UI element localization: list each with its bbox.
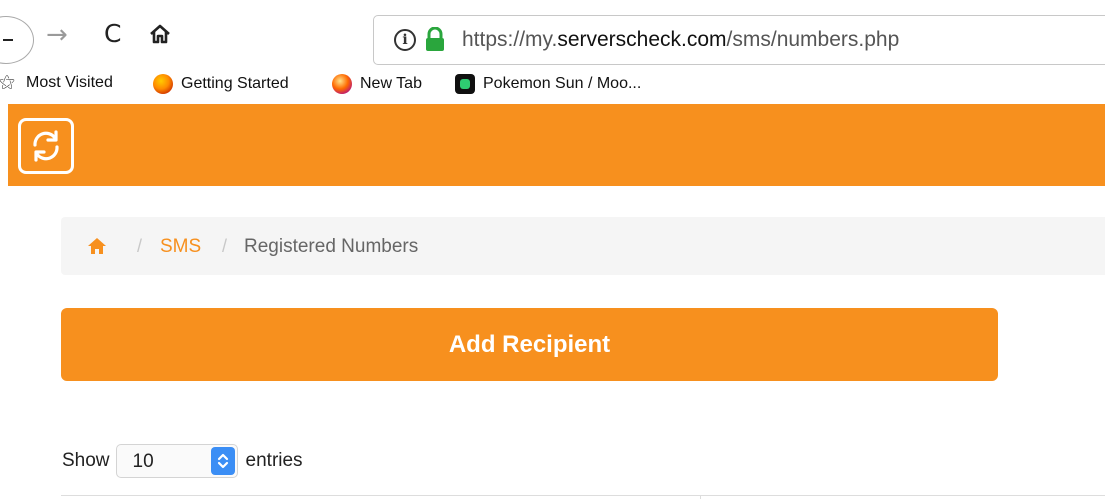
bookmark-most-visited[interactable]: ⚝ Most Visited: [0, 74, 113, 92]
info-icon[interactable]: i: [394, 29, 416, 51]
url-text[interactable]: https://my.serverscheck.com/sms/numbers.…: [462, 28, 899, 52]
url-prefix: https://my.: [462, 28, 558, 51]
bookmark-label: Getting Started: [181, 75, 289, 92]
app-header: [8, 104, 1105, 186]
home-icon[interactable]: [148, 22, 178, 50]
show-label: Show: [62, 450, 110, 471]
app-icon: [455, 74, 475, 94]
page-size-value: 10: [132, 451, 154, 472]
add-recipient-button[interactable]: Add Recipient: [61, 308, 998, 381]
bookmark-label: New Tab: [360, 75, 422, 92]
forward-arrow-icon[interactable]: →: [46, 20, 68, 50]
bookmark-label: Most Visited: [26, 74, 113, 91]
back-button[interactable]: [0, 16, 34, 64]
bookmark-pokemon[interactable]: Pokemon Sun / Moo...: [455, 74, 641, 94]
address-bar[interactable]: i https://my.serverscheck.com/sms/number…: [373, 15, 1105, 65]
breadcrumb-current: Registered Numbers: [244, 236, 419, 257]
back-arrow-icon: [3, 39, 13, 41]
page-size-control: Show 10 entries: [62, 443, 303, 479]
star-icon: ⚝: [0, 74, 15, 91]
firefox-icon: [153, 74, 173, 94]
home-icon[interactable]: [87, 236, 107, 256]
breadcrumb-link-sms[interactable]: SMS: [160, 236, 201, 258]
table-column-divider: [700, 495, 701, 499]
browser-toolbar: → C i https://my.serverscheck.com/sms/nu…: [0, 0, 1105, 70]
url-domain: serverscheck.com: [557, 28, 727, 51]
bookmarks-bar: ⚝ Most Visited Getting Started New Tab P…: [0, 70, 1105, 104]
page-size-select[interactable]: 10: [115, 444, 238, 478]
url-path: /sms/numbers.php: [726, 28, 900, 51]
sync-icon: [33, 130, 59, 162]
bookmark-label: Pokemon Sun / Moo...: [483, 75, 642, 92]
firefox-icon: [332, 74, 352, 94]
entries-label: entries: [245, 450, 303, 471]
breadcrumb-separator: /: [222, 236, 228, 256]
app-logo[interactable]: [18, 118, 74, 174]
table-top-border: [61, 495, 1105, 496]
breadcrumb: / SMS / Registered Numbers: [61, 217, 1105, 275]
select-arrows-icon: [210, 447, 235, 475]
lock-icon[interactable]: [424, 26, 446, 53]
bookmark-getting-started[interactable]: Getting Started: [153, 74, 289, 94]
breadcrumb-separator: /: [137, 236, 143, 256]
bookmark-new-tab[interactable]: New Tab: [332, 74, 422, 94]
reload-icon[interactable]: C: [104, 19, 121, 48]
